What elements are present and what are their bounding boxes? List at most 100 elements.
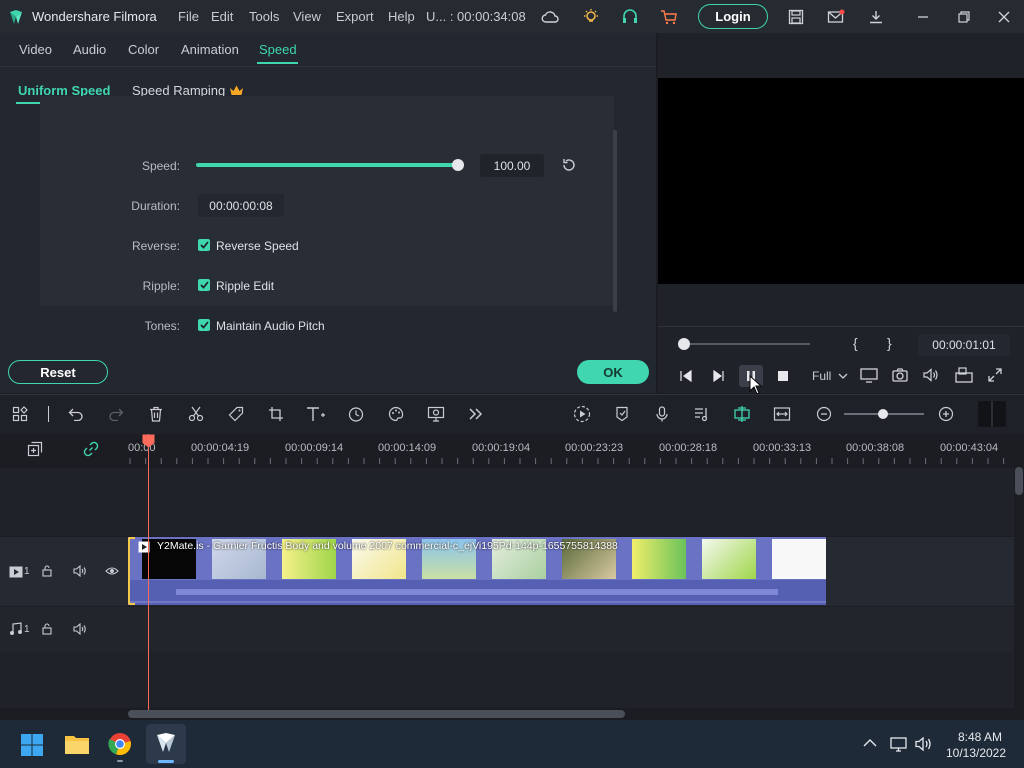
menu-edit[interactable]: Edit <box>211 9 233 24</box>
mute-icon[interactable] <box>73 565 87 577</box>
duration-label: Duration: <box>131 199 180 213</box>
panel-scrollbar[interactable] <box>613 130 617 312</box>
menu-help[interactable]: Help <box>388 9 415 24</box>
previous-frame-icon[interactable] <box>679 369 693 383</box>
microphone-icon[interactable] <box>652 404 672 424</box>
chevron-up-icon[interactable] <box>863 738 877 748</box>
display-icon[interactable] <box>860 367 878 383</box>
mail-icon[interactable] <box>826 7 846 27</box>
tab-video[interactable]: Video <box>19 42 52 57</box>
cloud-icon[interactable] <box>540 7 560 27</box>
network-icon[interactable] <box>890 736 908 752</box>
toolbar-divider <box>48 406 49 422</box>
green-screen-icon[interactable] <box>426 404 446 424</box>
menu-export[interactable]: Export <box>336 9 374 24</box>
reset-speed-icon[interactable] <box>561 157 577 173</box>
quality-select[interactable]: Full <box>812 369 831 383</box>
add-track-icon[interactable] <box>27 441 43 457</box>
snap-icon[interactable] <box>732 404 752 424</box>
taskbar-date[interactable]: 10/13/2022 <box>944 746 1008 760</box>
timeline-vscroll-track[interactable] <box>1014 466 1024 708</box>
maintain-pitch-label: Maintain Audio Pitch <box>216 319 325 333</box>
layout-icon[interactable] <box>10 404 30 424</box>
audio-mixer-icon[interactable] <box>692 404 712 424</box>
file-explorer-icon[interactable] <box>64 733 90 755</box>
redo-icon[interactable] <box>106 404 126 424</box>
playhead-line[interactable] <box>148 434 149 710</box>
speed-slider-thumb[interactable] <box>452 159 464 171</box>
zoom-in-icon[interactable] <box>936 404 956 424</box>
tab-animation[interactable]: Animation <box>181 42 239 57</box>
login-button[interactable]: Login <box>698 4 768 29</box>
fullscreen-icon[interactable] <box>988 368 1002 382</box>
lock-icon[interactable] <box>41 623 53 635</box>
zoom-out-icon[interactable] <box>814 404 834 424</box>
preview-progress-thumb[interactable] <box>678 338 690 350</box>
chrome-icon[interactable] <box>108 732 132 756</box>
reset-button[interactable]: Reset <box>8 360 108 384</box>
export-frame-icon[interactable] <box>955 367 973 383</box>
menu-file[interactable]: File <box>178 9 199 24</box>
reverse-label: Reverse: <box>131 239 180 253</box>
link-icon[interactable] <box>83 441 99 457</box>
close-icon[interactable] <box>994 7 1014 27</box>
eye-icon[interactable] <box>105 566 119 576</box>
color-palette-icon[interactable] <box>386 404 406 424</box>
speed-value-input[interactable]: 100.00 <box>480 154 544 177</box>
speaker-icon[interactable] <box>915 736 933 752</box>
cart-icon[interactable] <box>659 7 679 27</box>
video-clip[interactable]: Y2Mate.is - Garnier Fructis Body and vol… <box>128 537 826 605</box>
snapshot-camera-icon[interactable] <box>892 368 908 382</box>
ripple-edit-checkbox[interactable] <box>198 279 210 291</box>
duration-input[interactable]: 00:00:00:08 <box>198 194 284 217</box>
save-icon[interactable] <box>786 7 806 27</box>
headset-icon[interactable] <box>620 7 640 27</box>
ruler-tick-label: 00:00:23:23 <box>565 442 624 454</box>
tab-color[interactable]: Color <box>128 42 159 57</box>
windows-start-icon[interactable] <box>20 733 44 757</box>
tag-icon[interactable] <box>226 404 246 424</box>
mute-icon[interactable] <box>73 623 87 635</box>
download-icon[interactable] <box>866 7 886 27</box>
undo-icon[interactable] <box>66 404 86 424</box>
tab-speed[interactable]: Speed <box>259 42 297 57</box>
bulb-icon[interactable] <box>581 7 601 27</box>
chevron-down-icon[interactable] <box>838 372 848 380</box>
timeline-hscroll-thumb[interactable] <box>128 710 625 718</box>
speed-clock-icon[interactable] <box>346 404 366 424</box>
minimize-icon[interactable] <box>913 7 933 27</box>
mark-out-button[interactable]: } <box>887 335 892 351</box>
stop-icon[interactable] <box>777 370 789 382</box>
text-icon[interactable] <box>306 404 326 424</box>
panel-toggle-button[interactable] <box>978 401 1006 427</box>
maintain-pitch-checkbox[interactable] <box>198 319 210 331</box>
marker-icon[interactable] <box>612 404 632 424</box>
filmora-taskbar-button[interactable] <box>146 724 186 764</box>
fit-timeline-icon[interactable] <box>772 404 792 424</box>
taskbar-time[interactable]: 8:48 AM <box>955 730 1005 744</box>
ok-button[interactable]: OK <box>577 360 649 384</box>
cut-icon[interactable] <box>186 404 206 424</box>
delete-icon[interactable] <box>146 404 166 424</box>
mark-in-button[interactable]: { <box>853 335 858 351</box>
speed-slider-track[interactable] <box>196 163 458 167</box>
clip-trim-handle[interactable] <box>128 537 135 605</box>
reverse-speed-checkbox[interactable] <box>198 239 210 251</box>
menu-tools[interactable]: Tools <box>249 9 279 24</box>
restore-icon[interactable] <box>954 7 974 27</box>
render-preview-icon[interactable] <box>572 404 592 424</box>
lock-icon[interactable] <box>41 565 53 577</box>
zoom-slider-thumb[interactable] <box>878 409 888 419</box>
speed-label: Speed: <box>141 159 180 173</box>
preview-progress-track[interactable] <box>680 343 810 345</box>
crop-icon[interactable] <box>266 404 286 424</box>
reverse-speed-label: Reverse Speed <box>216 239 299 253</box>
playhead-handle[interactable] <box>142 434 155 448</box>
preview-screen[interactable] <box>658 78 1024 284</box>
menu-view[interactable]: View <box>293 9 321 24</box>
tab-audio[interactable]: Audio <box>73 42 106 57</box>
timeline-vscroll-thumb[interactable] <box>1015 467 1023 495</box>
more-tools-icon[interactable] <box>466 404 486 424</box>
play-icon[interactable] <box>711 369 725 383</box>
volume-icon[interactable] <box>923 368 939 382</box>
